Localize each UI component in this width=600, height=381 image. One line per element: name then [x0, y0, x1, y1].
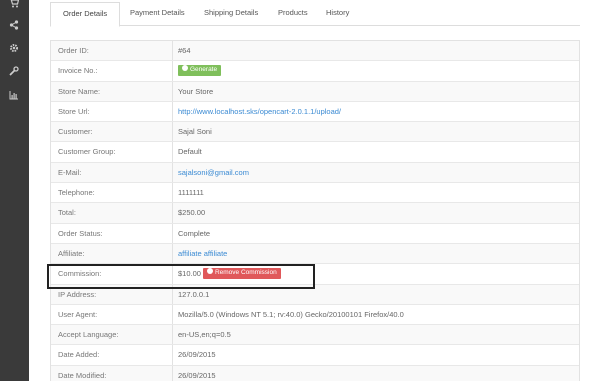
- plus-circle-icon: [182, 65, 188, 72]
- table-row: Date Modified: 26/09/2015: [51, 365, 579, 381]
- commission-value-cell: $10.00 Remove Commission: [173, 264, 579, 283]
- commission-value: $10.00: [178, 269, 201, 279]
- customer-group-value: Default: [178, 147, 202, 157]
- date-modified-value: 26/09/2015: [178, 370, 216, 380]
- store-name-label: Store Name:: [51, 81, 173, 101]
- tab-history[interactable]: History: [314, 2, 361, 26]
- table-row: E-Mail: sajalsoni@gmail.com: [51, 162, 579, 184]
- table-row: IP Address: 127.0.0.1: [51, 284, 579, 305]
- invoice-no-value: Generate: [173, 61, 579, 80]
- customer-label: Customer:: [51, 122, 173, 142]
- order-id-label: Order ID:: [51, 41, 173, 61]
- bar-chart-icon[interactable]: [7, 88, 21, 102]
- total-label: Total:: [51, 203, 173, 223]
- email-link[interactable]: sajalsoni@gmail.com: [173, 163, 579, 182]
- order-details-table: Order ID: #64 Invoice No.: Generate Stor…: [50, 40, 580, 381]
- table-row: Accept Language: en-US,en;q=0.5: [51, 325, 579, 346]
- table-row: Total: $250.00: [51, 203, 579, 224]
- remove-commission-label: Remove Commission: [214, 268, 277, 276]
- commission-label: Commission:: [51, 264, 173, 284]
- table-row: Store Url: http://www.localhost.sks/open…: [51, 101, 579, 123]
- table-row: Order ID: #64: [51, 41, 579, 62]
- accept-language-label: Accept Language:: [51, 325, 173, 345]
- order-id-value: #64: [178, 46, 191, 55]
- sidebar: [0, 0, 29, 381]
- invoice-no-label: Invoice No.:: [51, 61, 173, 81]
- user-agent-value: Mozilla/5.0 (Windows NT 5.1; rv:40.0) Ge…: [178, 309, 404, 319]
- order-status-label: Order Status:: [51, 223, 173, 243]
- date-added-label: Date Added:: [51, 345, 173, 365]
- store-url-link[interactable]: http://www.localhost.sks/opencart-2.0.1.…: [173, 102, 579, 121]
- table-row: Telephone: 1111111: [51, 183, 579, 204]
- tab-products[interactable]: Products: [266, 2, 320, 26]
- gear-icon[interactable]: [7, 41, 21, 55]
- table-row: Affiliate: affiliate affiliate: [51, 243, 579, 265]
- tab-payment-details[interactable]: Payment Details: [118, 2, 197, 26]
- minus-circle-icon: [206, 268, 213, 275]
- store-url-label: Store Url:: [51, 101, 173, 122]
- table-row: Customer: Sajal Soni: [51, 122, 579, 143]
- generate-button-label: Generate: [190, 65, 218, 73]
- date-modified-label: Date Modified:: [51, 365, 173, 381]
- date-added-value: 26/09/2015: [178, 350, 216, 360]
- table-row: Store Name: Your Store: [51, 81, 579, 102]
- tab-order-details[interactable]: Order Details: [50, 2, 121, 27]
- order-status-value: Complete: [178, 228, 211, 238]
- telephone-value: 1111111: [178, 188, 204, 198]
- order-tabs: Order Details Payment Details Shipping D…: [50, 0, 580, 27]
- email-label: E-Mail:: [51, 162, 173, 183]
- store-name-value: Your Store: [178, 86, 214, 96]
- affiliate-link[interactable]: affiliate affiliate: [173, 244, 579, 263]
- total-value: $250.00: [178, 208, 206, 218]
- cart-icon[interactable]: [7, 0, 21, 10]
- accept-language-value: en-US,en;q=0.5: [178, 330, 231, 340]
- ip-address-value: 127.0.0.1: [178, 289, 210, 299]
- wrench-icon[interactable]: [7, 64, 21, 78]
- share-icon[interactable]: [7, 18, 21, 32]
- table-row: Commission: $10.00 Remove Commission: [51, 264, 579, 285]
- table-row: Customer Group: Default: [51, 142, 579, 163]
- ip-address-label: IP Address:: [51, 284, 173, 304]
- table-row: Invoice No.: Generate: [51, 61, 579, 82]
- table-row: Date Added: 26/09/2015: [51, 345, 579, 366]
- customer-value: Sajal Soni: [178, 127, 212, 137]
- table-row: User Agent: Mozilla/5.0 (Windows NT 5.1;…: [51, 304, 579, 326]
- telephone-label: Telephone:: [51, 183, 173, 203]
- remove-commission-button[interactable]: Remove Commission: [202, 267, 281, 279]
- user-agent-label: User Agent:: [51, 304, 173, 325]
- customer-group-label: Customer Group:: [51, 142, 173, 162]
- table-row: Order Status: Complete: [51, 223, 579, 244]
- tab-shipping-details[interactable]: Shipping Details: [192, 2, 270, 26]
- affiliate-label: Affiliate:: [51, 243, 173, 264]
- generate-invoice-button[interactable]: Generate: [178, 64, 222, 76]
